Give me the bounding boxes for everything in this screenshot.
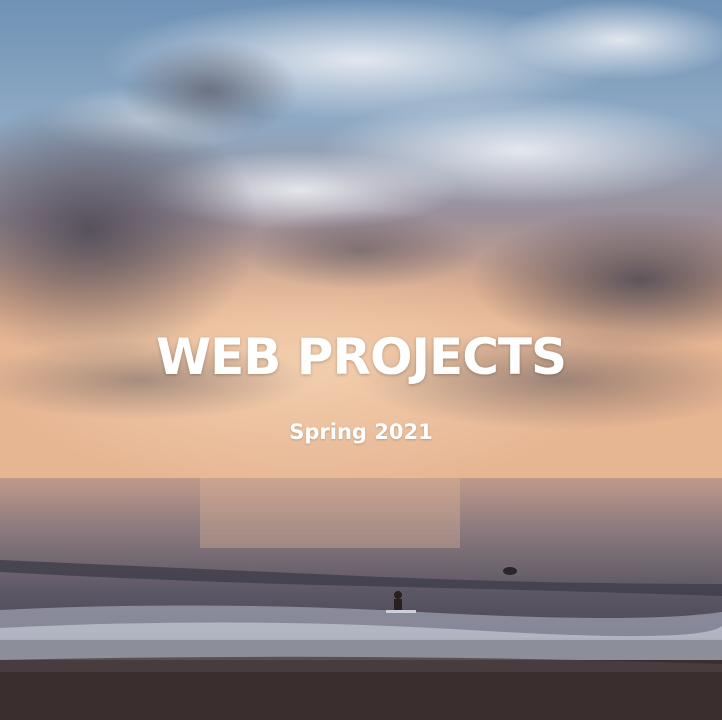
page-subtitle: Spring 2021 <box>289 420 433 444</box>
hero-banner: WEB PROJECTS Spring 2021 <box>0 0 722 720</box>
page-title: WEB PROJECTS <box>155 328 567 386</box>
